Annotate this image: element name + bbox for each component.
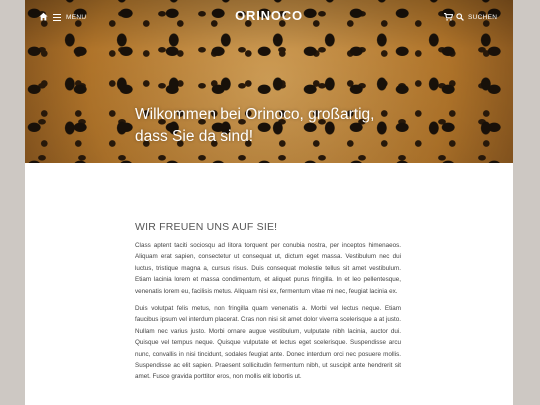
search-button[interactable]: SUCHEN [456, 10, 497, 24]
intro-paragraph: Class aptent taciti sociosqu ad litora t… [135, 242, 401, 295]
hero-heading-line-2: dass Sie da sind! [135, 128, 254, 145]
search-icon [456, 13, 464, 21]
shopping-cart-icon[interactable] [444, 13, 453, 21]
main-content: WIR FREUEN UNS AUF SIE! Class aptent tac… [135, 221, 401, 389]
page-container: MENU ORINOCO SUCHEN Wilkommen bei Orinoc… [25, 0, 513, 405]
hero-heading: Wilkommen bei Orinoco, großartig, dass Si… [135, 104, 505, 148]
hero-heading-line-1: Wilkommen bei Orinoco, großartig, [135, 106, 375, 123]
search-label: SUCHEN [468, 13, 498, 21]
body-paragraph: Duis volutpat felis metus, non fringilla… [135, 305, 401, 381]
site-logo[interactable]: ORINOCO [25, 8, 513, 23]
section-heading: WIR FREUEN UNS AUF SIE! [135, 221, 278, 233]
top-navigation-bar: MENU ORINOCO SUCHEN [25, 0, 513, 34]
